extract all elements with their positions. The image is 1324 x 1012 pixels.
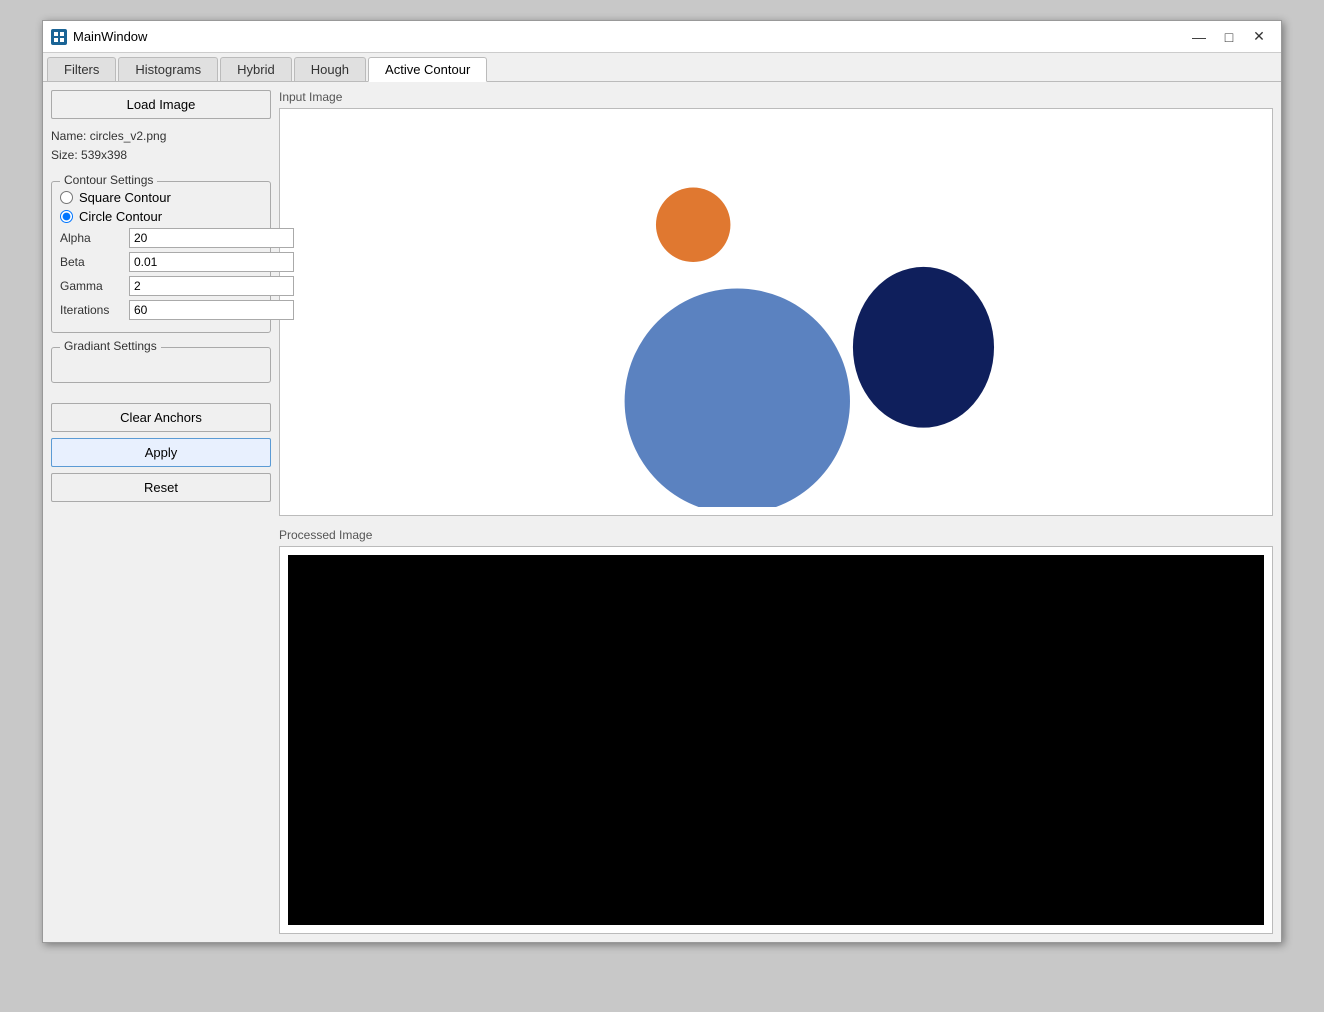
- tab-filters[interactable]: Filters: [47, 57, 116, 81]
- tab-hough[interactable]: Hough: [294, 57, 366, 81]
- reset-button[interactable]: Reset: [51, 473, 271, 502]
- file-name-label: Name:: [51, 129, 90, 143]
- iterations-label: Iterations: [60, 303, 125, 317]
- circle-contour-label: Circle Contour: [79, 209, 162, 224]
- contour-settings-group: Contour Settings Square Contour Circle C…: [51, 181, 271, 333]
- tab-bar: Filters Histograms Hybrid Hough Active C…: [43, 53, 1281, 82]
- maximize-button[interactable]: □: [1215, 25, 1243, 49]
- gamma-label: Gamma: [60, 279, 125, 293]
- apply-button[interactable]: Apply: [51, 438, 271, 467]
- square-contour-label: Square Contour: [79, 190, 171, 205]
- gamma-row: Gamma: [60, 276, 262, 296]
- file-name-value: circles_v2.png: [90, 129, 167, 143]
- file-size-label: Size:: [51, 148, 81, 162]
- processed-image-container: [279, 546, 1273, 934]
- tab-histograms[interactable]: Histograms: [118, 57, 218, 81]
- square-contour-radio[interactable]: [60, 191, 73, 204]
- beta-label: Beta: [60, 255, 125, 269]
- tab-hybrid[interactable]: Hybrid: [220, 57, 292, 81]
- tab-active-contour[interactable]: Active Contour: [368, 57, 487, 82]
- close-button[interactable]: ✕: [1245, 25, 1273, 49]
- title-bar: MainWindow — □ ✕: [43, 21, 1281, 53]
- alpha-input[interactable]: [129, 228, 294, 248]
- beta-row: Beta: [60, 252, 262, 272]
- input-canvas: [288, 117, 1264, 507]
- load-image-button[interactable]: Load Image: [51, 90, 271, 119]
- gradient-settings-title: Gradiant Settings: [60, 339, 161, 353]
- window-controls: — □ ✕: [1185, 25, 1273, 49]
- beta-input[interactable]: [129, 252, 294, 272]
- iterations-row: Iterations: [60, 300, 262, 320]
- processed-image-label: Processed Image: [279, 528, 1273, 542]
- file-size-value: 539x398: [81, 148, 127, 162]
- alpha-label: Alpha: [60, 231, 125, 245]
- processed-canvas: [288, 555, 1264, 925]
- circle-contour-row: Circle Contour: [60, 209, 262, 224]
- file-name-row: Name: circles_v2.png: [51, 127, 271, 146]
- sidebar: Load Image Name: circles_v2.png Size: 53…: [51, 90, 271, 934]
- image-panels: Input Image: [279, 90, 1273, 934]
- processed-image-section: Processed Image: [279, 528, 1273, 934]
- app-icon: [51, 29, 67, 45]
- input-image-label: Input Image: [279, 90, 1273, 104]
- title-bar-left: MainWindow: [51, 29, 147, 45]
- gradient-settings-group: Gradiant Settings: [51, 347, 271, 383]
- window-title: MainWindow: [73, 29, 147, 44]
- minimize-button[interactable]: —: [1185, 25, 1213, 49]
- input-image-section: Input Image: [279, 90, 1273, 516]
- input-image-container: [279, 108, 1273, 516]
- main-window: MainWindow — □ ✕ Filters Histograms Hybr…: [42, 20, 1282, 943]
- file-info: Name: circles_v2.png Size: 539x398: [51, 125, 271, 167]
- file-size-row: Size: 539x398: [51, 146, 271, 165]
- square-contour-row: Square Contour: [60, 190, 262, 205]
- input-image-svg: [288, 117, 1264, 507]
- main-content: Load Image Name: circles_v2.png Size: 53…: [43, 82, 1281, 942]
- iterations-input[interactable]: [129, 300, 294, 320]
- clear-anchors-button[interactable]: Clear Anchors: [51, 403, 271, 432]
- alpha-row: Alpha: [60, 228, 262, 248]
- gamma-input[interactable]: [129, 276, 294, 296]
- contour-settings-title: Contour Settings: [60, 173, 157, 187]
- circle-contour-radio[interactable]: [60, 210, 73, 223]
